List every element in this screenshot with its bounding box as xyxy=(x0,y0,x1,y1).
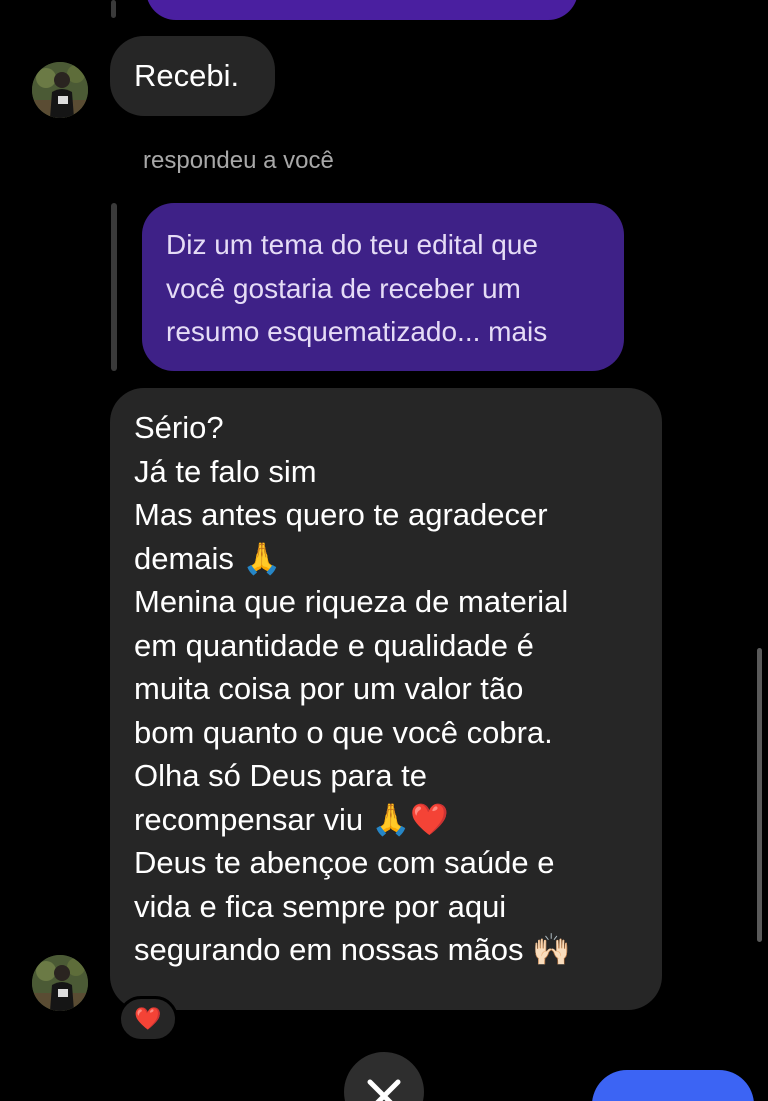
send-button[interactable] xyxy=(592,1070,754,1101)
message-line: muita coisa por um valor tão xyxy=(134,671,524,706)
quoted-message-bubble[interactable]: Diz um tema do teu edital que você gosta… xyxy=(142,203,624,371)
sender-avatar[interactable] xyxy=(32,955,88,1011)
close-button[interactable] xyxy=(344,1052,424,1101)
message-line: Sério? xyxy=(134,410,224,445)
avatar-photo-icon xyxy=(32,955,88,1011)
message-line: Olha só Deus para te xyxy=(134,758,427,793)
sender-avatar[interactable] xyxy=(32,62,88,118)
reply-thread-line xyxy=(111,0,116,18)
message-line: vida e fica sempre por aqui xyxy=(134,888,507,924)
quoted-line: você gostaria de receber um xyxy=(166,272,521,304)
replied-to-you-label: respondeu a você xyxy=(143,147,334,174)
message-line: bom quanto o que você cobra. xyxy=(134,714,553,750)
message-line: Mas antes quero te agradecer xyxy=(134,497,548,532)
heart-reaction[interactable]: ❤️ xyxy=(118,996,178,1042)
heart-icon: ❤️ xyxy=(134,1006,162,1032)
message-line: recompensar viu 🙏❤️ xyxy=(134,801,449,837)
close-icon xyxy=(367,1079,401,1101)
reply-thread-line xyxy=(111,203,117,371)
incoming-message-bubble[interactable]: Sério? Já te falo sim Mas antes quero te… xyxy=(110,388,662,1010)
quoted-line: Diz um tema do teu edital que xyxy=(166,229,538,260)
quoted-line: resumo esquematizado... mais xyxy=(166,316,548,347)
chat-screen: Recebi. respondeu a você Diz um tema do … xyxy=(0,0,768,1101)
message-line: Deus te abençoe com saúde e xyxy=(134,845,555,880)
incoming-message-bubble[interactable]: Recebi. xyxy=(110,36,275,116)
message-line: Já te falo sim xyxy=(134,453,317,489)
message-line: Menina que riqueza de material xyxy=(134,584,569,619)
avatar-photo-icon xyxy=(32,62,88,118)
outgoing-message-bubble-partial[interactable] xyxy=(146,0,578,20)
message-line: em quantidade e qualidade é xyxy=(134,627,534,663)
message-line: demais 🙏 xyxy=(134,540,282,576)
scrollbar[interactable] xyxy=(757,648,762,942)
message-text: Recebi. xyxy=(134,58,240,93)
message-line: segurando em nossas mãos 🙌🏻 xyxy=(134,932,571,967)
